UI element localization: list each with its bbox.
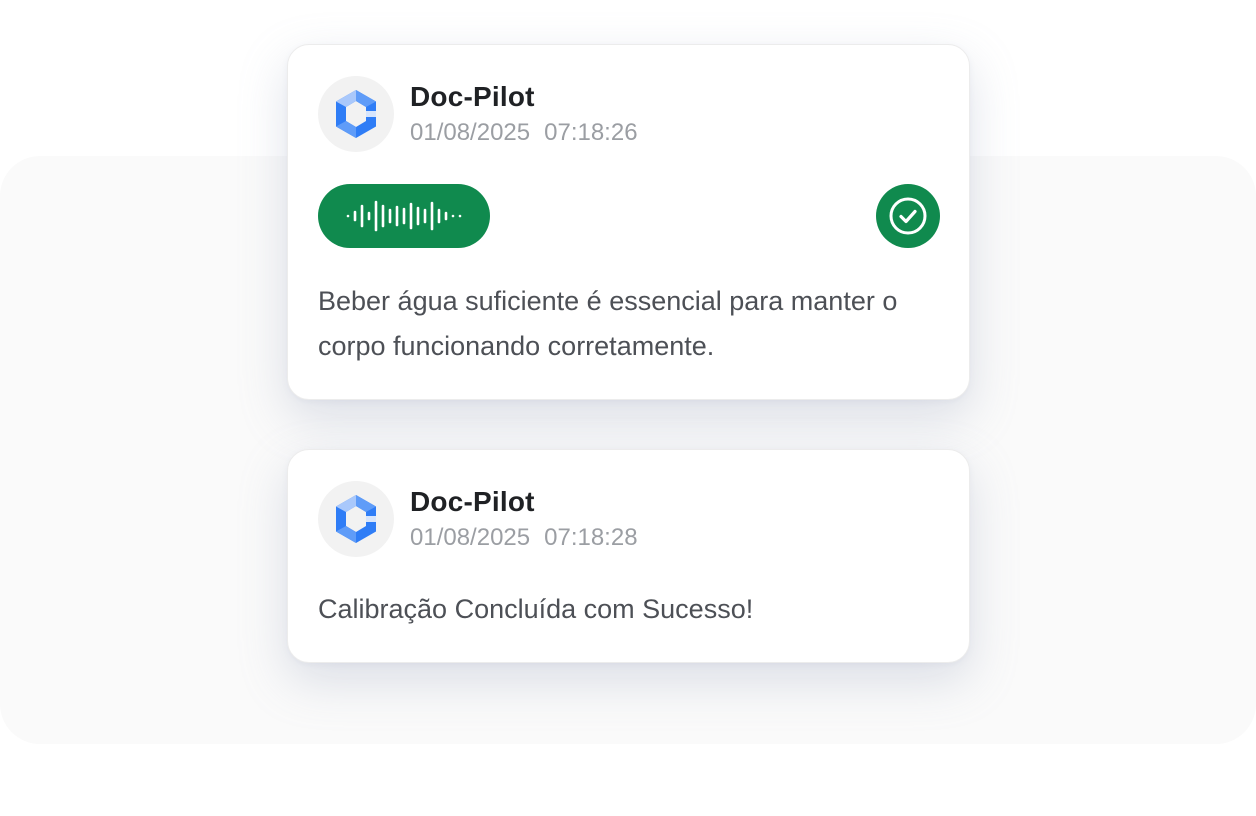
message-time: 07:18:28 [544,524,638,551]
message-header: Doc-Pilot 01/08/2025 07:18:28 [318,481,638,557]
chat-stage: Doc-Pilot 01/08/2025 07:18:26 Beber água… [0,0,1256,816]
message-timestamp: 01/08/2025 07:18:28 [410,523,638,553]
message-text: Calibração Concluída com Sucesso! [318,594,754,624]
message-card: Doc-Pilot 01/08/2025 07:18:28 Calibração … [287,449,970,663]
message-timestamp: 01/08/2025 07:18:26 [410,118,638,148]
check-circle-icon [889,197,927,235]
avatar [318,481,394,557]
message-date: 01/08/2025 [410,119,531,146]
audio-message-button[interactable] [318,184,490,248]
sender-name: Doc-Pilot [410,486,535,517]
message-header: Doc-Pilot 01/08/2025 07:18:26 [318,76,638,152]
waveform-icon [346,200,462,232]
message-text: Beber água suficiente é essencial para m… [318,286,898,361]
doc-pilot-logo-icon [336,90,376,138]
message-date: 01/08/2025 [410,524,531,551]
message-card: Doc-Pilot 01/08/2025 07:18:26 Beber água… [287,44,970,400]
sender-name: Doc-Pilot [410,81,535,112]
avatar [318,76,394,152]
status-indicator [876,184,940,248]
doc-pilot-logo-icon [336,495,376,543]
message-time: 07:18:26 [544,119,638,146]
